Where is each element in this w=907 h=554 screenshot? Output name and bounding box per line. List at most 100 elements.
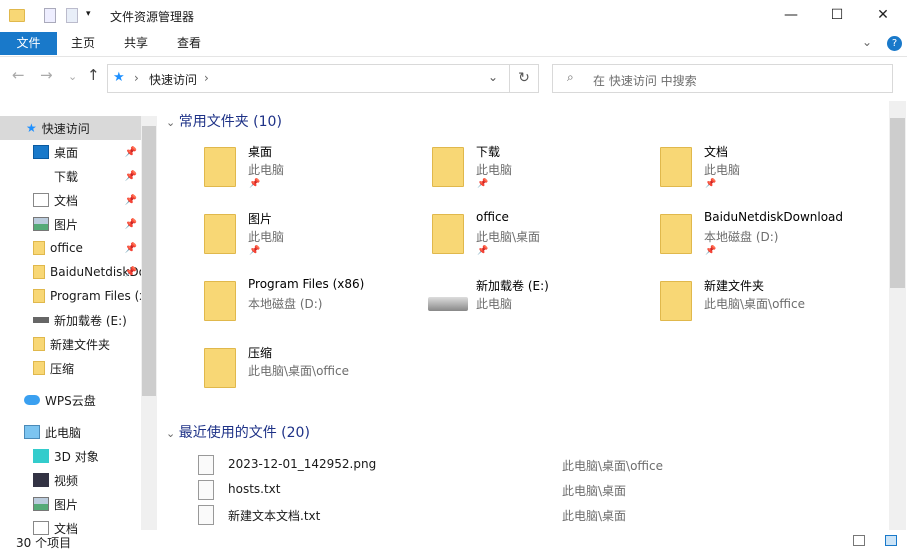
window-title: 文件资源管理器 (110, 10, 195, 24)
up-button[interactable]: ↑ (87, 66, 100, 84)
folder-name: 文档 (704, 145, 729, 159)
sidebar-item[interactable]: 下载 📌 (0, 164, 141, 188)
minimize-button[interactable]: — (768, 0, 814, 30)
recent-locations-button[interactable]: ⌄ (68, 70, 77, 83)
sidebar-item[interactable]: 文档 📌 (0, 188, 141, 212)
sidebar-pc-item[interactable]: 3D 对象 (0, 444, 141, 468)
frequent-folder-tile[interactable]: 下载 此电脑 📌 (428, 143, 648, 203)
frequent-folder-tile[interactable]: 文档 此电脑 📌 (656, 143, 876, 203)
section-title: 最近使用的文件 (20) (178, 425, 310, 441)
sidebar-label: WPS云盘 (45, 393, 96, 408)
frequent-folder-tile[interactable]: BaiduNetdiskDownload 本地磁盘 (D:) 📌 (656, 210, 876, 270)
pin-icon[interactable]: 📌 (705, 179, 716, 189)
frequent-folder-tile[interactable]: Program Files (x86) 本地磁盘 (D:) (200, 277, 420, 337)
pin-icon[interactable]: 📌 (125, 243, 137, 254)
address-bar[interactable]: ★ › 快速访问 › ⌄ (107, 64, 510, 93)
sidebar-quick-access[interactable]: ★ 快速访问 (0, 116, 141, 140)
sidebar-item[interactable]: 桌面 📌 (0, 140, 141, 164)
sidebar-item[interactable]: 压缩 (0, 356, 141, 380)
sidebar-pc-item[interactable]: 图片 (0, 492, 141, 516)
close-button[interactable]: ✕ (860, 0, 906, 30)
file-path: 此电脑\桌面\office (562, 459, 664, 473)
file-icon (198, 505, 214, 525)
frequent-folder-tile[interactable]: 新建文件夹 此电脑\桌面\office (656, 277, 876, 337)
pin-icon[interactable]: 📌 (249, 179, 260, 189)
details-view-icon[interactable] (853, 535, 865, 546)
file-icon (198, 455, 214, 475)
frequent-folder-tile[interactable]: 图片 此电脑 📌 (200, 210, 420, 270)
folder-location: 此电脑 (476, 163, 513, 177)
pin-icon[interactable]: 📌 (249, 246, 260, 256)
sidebar-item[interactable]: 新建文件夹 (0, 332, 141, 356)
folder-icon (33, 337, 45, 351)
customize-toolbar-icon[interactable]: ▾ (86, 9, 91, 19)
folder-icon (432, 214, 464, 254)
pin-icon[interactable]: 📌 (125, 267, 137, 278)
main-scrollbar[interactable] (889, 101, 906, 530)
pin-icon[interactable]: 📌 (125, 219, 137, 230)
frequent-folders-header[interactable]: ⌄ 常用文件夹 (10) (166, 111, 282, 131)
forward-button[interactable]: → (40, 66, 53, 84)
folder-icon (204, 214, 236, 254)
folder-name: 新建文件夹 (704, 279, 765, 293)
file-path: 此电脑\桌面 (562, 509, 627, 523)
tab-file[interactable]: 文件 (0, 32, 57, 55)
breadcrumb-separator[interactable]: › (134, 71, 139, 85)
frequent-folder-tile[interactable]: 压缩 此电脑\桌面\office (200, 344, 420, 404)
back-button[interactable]: ← (12, 66, 25, 84)
sidebar-scrollbar[interactable] (141, 116, 157, 530)
pin-icon[interactable]: 📌 (477, 179, 488, 189)
sidebar-item[interactable]: 图片 📌 (0, 212, 141, 236)
pin-icon[interactable]: 📌 (125, 171, 137, 182)
pin-icon[interactable]: 📌 (125, 195, 137, 206)
sidebar-item[interactable]: 新加载卷 (E:) (0, 308, 141, 332)
scrollbar-thumb[interactable] (142, 126, 156, 396)
sidebar-pc-item[interactable]: 视频 (0, 468, 141, 492)
sidebar-item[interactable]: BaiduNetdiskDownload 📌 (0, 260, 141, 284)
tab-share[interactable]: 共享 (113, 32, 159, 55)
file-name: 2023-12-01_142952.png (228, 457, 377, 471)
folder-location: 此电脑\桌面\office (248, 364, 350, 378)
large-icons-view-icon[interactable] (885, 535, 897, 546)
picture-icon (33, 217, 49, 231)
folder-name: Program Files (x86) (248, 277, 365, 291)
tab-view[interactable]: 查看 (166, 32, 212, 55)
maximize-button[interactable]: ☐ (814, 0, 860, 30)
sidebar-item[interactable]: office 📌 (0, 236, 141, 260)
sidebar-label: office (50, 241, 83, 255)
frequent-folder-tile[interactable]: 新加载卷 (E:) 此电脑 (428, 277, 648, 337)
breadcrumb-separator[interactable]: › (204, 71, 209, 85)
recent-files-header[interactable]: ⌄ 最近使用的文件 (20) (166, 422, 310, 442)
folder-icon (660, 214, 692, 254)
sidebar-label: 压缩 (50, 361, 75, 376)
video-icon (33, 473, 49, 487)
tab-home[interactable]: 主页 (60, 32, 106, 55)
recent-file-row[interactable]: hosts.txt 此电脑\桌面 (190, 478, 880, 502)
breadcrumb-quick-access[interactable]: 快速访问 (149, 71, 197, 88)
frequent-folder-tile[interactable]: office 此电脑\桌面 📌 (428, 210, 648, 270)
help-icon[interactable]: ? (887, 36, 902, 51)
sidebar-this-pc[interactable]: 此电脑 (0, 420, 141, 444)
sidebar-item[interactable]: Program Files (x86) (0, 284, 141, 308)
address-dropdown[interactable]: ⌄ (488, 70, 498, 84)
sidebar-label: 图片 (54, 217, 79, 232)
recent-file-row[interactable]: 2023-12-01_142952.png 此电脑\桌面\office (190, 453, 880, 477)
new-folder-icon[interactable] (66, 8, 78, 23)
pin-icon[interactable]: 📌 (705, 246, 716, 256)
folder-icon (432, 147, 464, 187)
sidebar-wps-cloud[interactable]: WPS云盘 (0, 388, 141, 412)
folder-name: BaiduNetdiskDownload (704, 210, 844, 224)
expand-ribbon-icon[interactable]: ⌄ (862, 35, 872, 49)
folder-location: 本地磁盘 (D:) (704, 230, 779, 244)
folder-icon (660, 281, 692, 321)
recent-file-row[interactable]: 新建文本文档.txt 此电脑\桌面 (190, 503, 880, 527)
pin-icon[interactable]: 📌 (125, 147, 137, 158)
computer-icon (24, 425, 40, 439)
scrollbar-thumb[interactable] (890, 118, 905, 288)
search-input[interactable]: ⌕ 在 快速访问 中搜索 (552, 64, 893, 93)
pin-icon[interactable]: 📌 (477, 246, 488, 256)
refresh-button[interactable]: ↻ (509, 64, 539, 93)
folder-location: 此电脑 (248, 230, 285, 244)
frequent-folder-tile[interactable]: 桌面 此电脑 📌 (200, 143, 420, 203)
properties-icon[interactable] (44, 8, 56, 23)
